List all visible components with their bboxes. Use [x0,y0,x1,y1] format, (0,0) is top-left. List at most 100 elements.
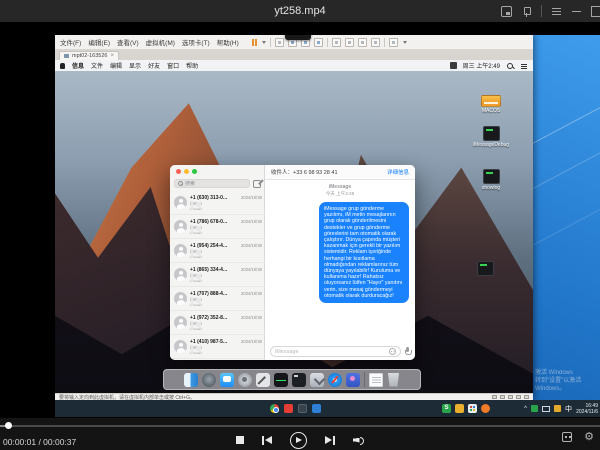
mac-menu-file[interactable]: 文件 [91,61,103,70]
apple-menu-icon[interactable] [60,63,65,69]
mac-menu-view[interactable]: 显示 [129,61,141,70]
window-traffic-lights[interactable] [176,169,197,174]
dock-messages-icon[interactable] [220,373,234,387]
dock-document-icon[interactable] [369,373,383,387]
sogou-input-icon[interactable]: S [442,404,451,413]
tray-display-icon[interactable] [542,406,550,412]
vm-tab[interactable]: mpt02-163526 × [59,51,119,60]
mac-clock[interactable]: 周三 上午2:49 [463,61,500,70]
microphone-icon[interactable] [405,347,410,356]
input-method-icon[interactable] [450,62,457,69]
vm-menu-edit[interactable]: 编辑(E) [88,37,110,47]
video-frame[interactable]: 激活 Windows 转到"设置"以激活 Windows。 文件(F) 编辑(E… [0,22,600,418]
search-input[interactable] [185,181,246,187]
conversation-row[interactable]: +1 (954) 254-4...2024/10/30iMessage grou… [170,239,265,263]
view-dropdown-icon[interactable] [403,41,407,44]
maximize-icon[interactable] [591,6,600,17]
taskbar-clock[interactable]: 16:49 2024/11/6 [576,403,598,415]
vm-menu-file[interactable]: 文件(F) [60,37,81,47]
desktop-icon-macos-drive[interactable]: MACOS [469,95,513,114]
dock-textedit-icon[interactable] [256,373,270,387]
titlebar: yt258.mp4 [0,0,600,22]
conversation-row[interactable]: +1 (410) 987-5...2024/10/30iMessage grou… [170,335,265,359]
console-view-icon[interactable] [345,38,354,47]
notification-center-icon[interactable] [520,62,528,70]
mac-menu-messages[interactable]: 信息 [72,61,84,70]
drive-icon [481,95,501,107]
show-library-icon[interactable] [332,38,341,47]
vm-menu-help[interactable]: 帮助(H) [217,37,239,47]
unity-view-icon[interactable] [371,38,380,47]
vm-menu-tabs[interactable]: 选项卡(T) [182,37,210,47]
fullscreen-icon[interactable] [358,38,367,47]
dock-activity-monitor-icon[interactable] [274,373,288,387]
conversation-row[interactable]: +1 (786) 678-0...2024/10/30iMessage grou… [170,215,265,239]
tray-volume-icon[interactable] [554,405,561,412]
seek-knob[interactable] [5,422,12,429]
emoji-icon[interactable] [389,348,396,355]
next-button[interactable] [324,436,336,445]
settings-gear-icon[interactable]: ⚙ [584,432,594,442]
desktop-icon-imessagedebug[interactable]: iMessageDebug [469,126,513,148]
vm-menu-vm[interactable]: 虚拟机(M) [146,37,175,47]
vm-tab-close-icon[interactable]: × [110,53,114,59]
menu-icon[interactable] [551,6,562,17]
playlist-toggle-icon[interactable] [562,432,572,442]
conversation-row[interactable]: +1 (865) 334-4...2024/10/30iMessage grou… [170,263,265,287]
vm-menu-view[interactable]: 查看(V) [117,37,139,47]
tray-security-icon[interactable] [531,405,538,412]
conversation-row[interactable]: +1 (707) 888-4...2024/10/30iMessage grou… [170,287,265,311]
zoom-window-icon [192,169,197,174]
taskbar-app-blue-icon[interactable] [312,404,321,413]
free-stretch-icon[interactable] [389,38,398,47]
dock-downloads-stack-icon[interactable] [310,373,324,387]
dock-trash-icon[interactable] [387,373,401,387]
previous-button[interactable] [261,436,273,445]
manage-snapshots-icon[interactable] [314,38,323,47]
search-field[interactable] [174,179,250,188]
suspend-dropdown-icon[interactable] [262,41,266,44]
tray-expand-icon[interactable]: ^ [524,406,527,412]
message-input[interactable] [275,349,386,355]
stop-button[interactable] [236,436,244,444]
taskbar-app-yellow-icon[interactable] [455,404,464,413]
dock-terminal-icon[interactable] [292,373,306,387]
desktop-icon-unlabeled[interactable] [463,261,507,277]
suspend-vm-button[interactable] [252,39,257,46]
conversation-row[interactable]: +1 (972) 352-8...2024/10/30iMessage grou… [170,311,265,335]
taskbar-app-dark-icon[interactable] [298,404,307,413]
windows-taskbar: S ^ 中 16:49 2024/11/6 [55,400,600,417]
dock-system-preferences-icon[interactable] [238,373,252,387]
conversation-row[interactable]: +1 (404) 787-8...2024/10/30iMessage grou… [170,359,265,360]
mac-menu-buddies[interactable]: 好友 [148,61,160,70]
dock-safari-icon[interactable] [328,373,342,387]
taskbar-app-red-icon[interactable] [284,404,293,413]
mac-menu-help[interactable]: 帮助 [186,61,198,70]
compose-new-message-icon[interactable] [253,180,261,188]
desktop-icon-showlog[interactable]: showlog [469,169,513,191]
details-link[interactable]: 详细信息 [387,168,409,176]
pin-on-top-icon[interactable] [521,6,532,17]
mac-menu-window[interactable]: 窗口 [167,61,179,70]
windows-activation-watermark: 激活 Windows 转到"设置"以激活 Windows。 [535,369,600,393]
taskbar-chrome-icon[interactable] [270,404,279,413]
player-window: yt258.mp4 激活 Windows 转到"设置"以激活 Windows。 … [0,0,600,450]
vm-device-status-icons[interactable] [492,395,529,399]
minimize-icon[interactable] [571,6,582,17]
taskbar-app-grid-icon[interactable] [468,404,477,413]
taskbar-app-orange-icon[interactable] [481,404,490,413]
picture-in-picture-icon[interactable] [501,6,512,17]
tray-ime-indicator[interactable]: 中 [565,404,572,414]
conversation-row[interactable]: +1 (630) 313-0...2024/10/30iMessage grou… [170,191,265,215]
volume-icon[interactable] [353,435,365,445]
recipient-field[interactable]: 收件人：+33 6 98 93 28 41 [271,168,338,176]
spotlight-search-icon[interactable] [506,62,514,70]
mac-menu-edit[interactable]: 编辑 [110,61,122,70]
dock-finder-icon[interactable] [184,373,198,387]
message-input-field[interactable] [270,346,401,357]
dock-launchpad-icon[interactable] [202,373,216,387]
play-button[interactable] [290,432,307,449]
dock-contacts-icon[interactable] [346,373,360,387]
send-ctrl-alt-del-icon[interactable] [275,38,284,47]
seek-bar[interactable] [0,425,600,427]
